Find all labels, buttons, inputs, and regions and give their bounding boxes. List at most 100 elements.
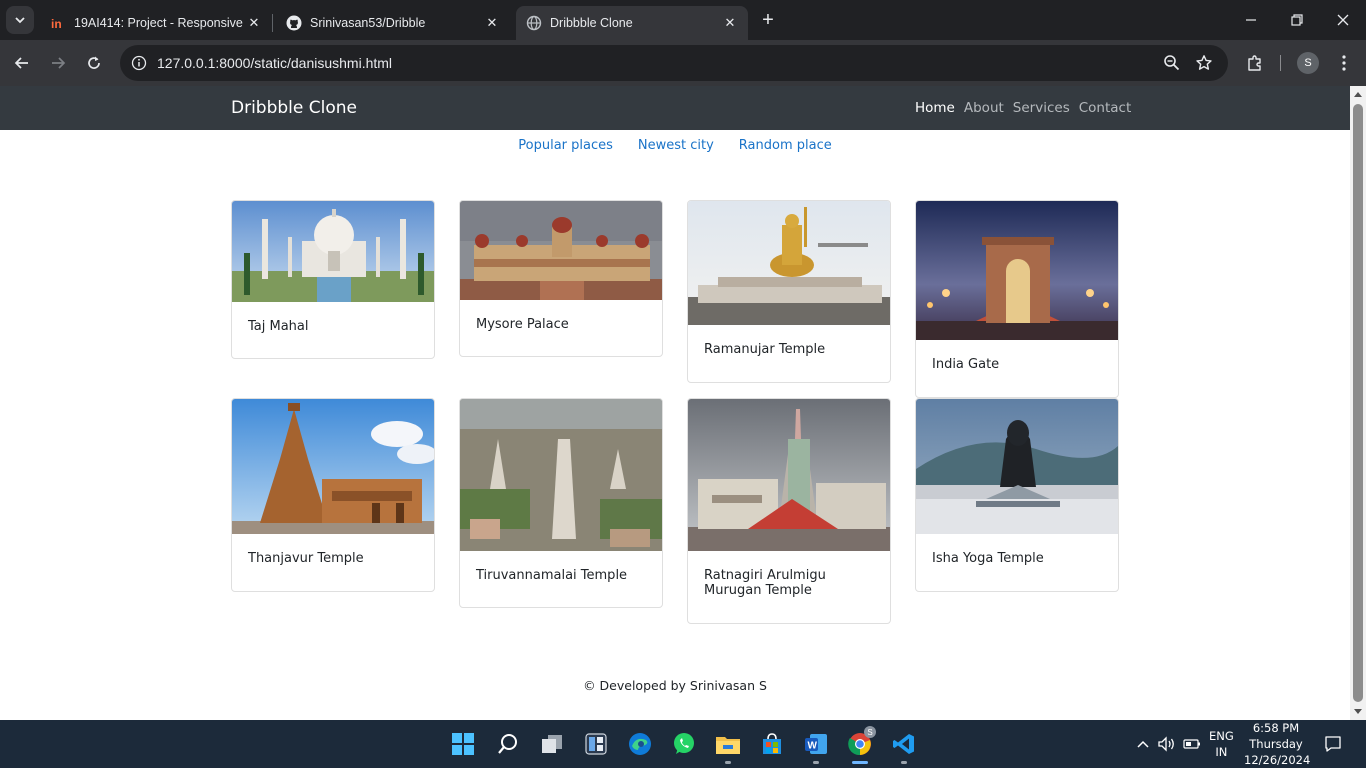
close-window-icon[interactable] bbox=[1320, 0, 1366, 40]
browser-tab-dribbble-clone[interactable]: Dribbble Clone ✕ bbox=[516, 6, 748, 40]
app-indicator bbox=[813, 761, 819, 764]
tab-divider bbox=[272, 14, 273, 32]
input-language-indicator[interactable]: ENG IN bbox=[1209, 728, 1234, 760]
extensions-puzzle-icon[interactable] bbox=[1240, 48, 1270, 78]
app-indicator bbox=[852, 761, 868, 764]
back-arrow-icon[interactable] bbox=[7, 48, 37, 78]
browser-toolbar: 127.0.0.1:8000/static/danisushmi.html bbox=[0, 40, 1366, 86]
volume-icon[interactable] bbox=[1157, 734, 1177, 754]
nav-link-services[interactable]: Services bbox=[1013, 100, 1070, 116]
tab-title: Srinivasan53/Dribble bbox=[310, 16, 426, 30]
app-indicator bbox=[725, 761, 731, 764]
thanjavur-temple-photo bbox=[232, 399, 434, 534]
close-tab-icon[interactable]: ✕ bbox=[484, 15, 500, 31]
ratnagiri-temple-photo bbox=[688, 399, 890, 551]
isha-adiyogi-photo bbox=[916, 399, 1118, 534]
invision-icon: in bbox=[50, 15, 66, 31]
more-menu-icon[interactable] bbox=[1329, 48, 1359, 78]
file-explorer-icon[interactable] bbox=[712, 728, 744, 764]
card-title: Isha Yoga Temple bbox=[932, 551, 1044, 566]
github-icon bbox=[286, 15, 302, 31]
app-indicator bbox=[901, 761, 907, 764]
scroll-up-arrow-icon[interactable] bbox=[1354, 92, 1362, 97]
whatsapp-icon[interactable] bbox=[668, 728, 700, 760]
place-card[interactable]: Mysore Palace bbox=[459, 200, 663, 357]
chrome-profile-badge: S bbox=[864, 726, 876, 738]
globe-icon bbox=[526, 15, 542, 31]
task-view-icon[interactable] bbox=[536, 728, 568, 760]
language-code: ENG bbox=[1209, 729, 1234, 743]
clock-day: Thursday bbox=[1249, 737, 1303, 751]
link-newest-city[interactable]: Newest city bbox=[638, 138, 714, 153]
card-title: Mysore Palace bbox=[476, 317, 569, 332]
region-code: IN bbox=[1215, 745, 1228, 759]
mysore-palace-photo bbox=[460, 201, 662, 300]
reload-icon[interactable] bbox=[79, 48, 109, 78]
site-info-icon[interactable] bbox=[130, 54, 148, 72]
zoom-icon[interactable] bbox=[1163, 54, 1181, 77]
nav-link-about[interactable]: About bbox=[964, 100, 1004, 116]
browser-tab-invision[interactable]: in 19AI414: Project - Responsive W ✕ bbox=[40, 6, 272, 40]
clock-date: 12/26/2024 bbox=[1244, 753, 1311, 767]
new-tab-icon[interactable]: + bbox=[756, 8, 780, 32]
link-popular-places[interactable]: Popular places bbox=[518, 138, 613, 153]
place-card[interactable]: Tiruvannamalai Temple bbox=[459, 398, 663, 608]
card-title: Tiruvannamalai Temple bbox=[476, 568, 628, 583]
bookmark-star-icon[interactable] bbox=[1195, 54, 1213, 77]
tab-title: 19AI414: Project - Responsive W bbox=[74, 16, 246, 30]
taj-mahal-photo bbox=[232, 201, 434, 302]
close-tab-icon[interactable]: ✕ bbox=[722, 15, 738, 31]
place-card[interactable]: Taj Mahal bbox=[231, 200, 435, 359]
close-tab-icon[interactable]: ✕ bbox=[246, 15, 262, 31]
page-viewport: Dribbble Clone Home About Services Conta… bbox=[0, 86, 1350, 720]
windows-taskbar: W S ENG IN 6:58 PM Thursday 12/26/2024 bbox=[0, 720, 1366, 768]
browser-tab-github[interactable]: Srinivasan53/Dribble ✕ bbox=[276, 6, 510, 40]
site-navbar: Dribbble Clone Home About Services Conta… bbox=[0, 86, 1350, 130]
place-card[interactable]: Isha Yoga Temple bbox=[915, 398, 1119, 592]
tab-search-button[interactable] bbox=[6, 6, 34, 34]
place-card[interactable]: Thanjavur Temple bbox=[231, 398, 435, 592]
vscode-app-icon[interactable] bbox=[888, 728, 920, 764]
page-scrollbar[interactable] bbox=[1350, 86, 1366, 720]
minimize-icon[interactable] bbox=[1228, 0, 1274, 40]
tab-title: Dribbble Clone bbox=[550, 16, 633, 30]
category-links: Popular places Newest city Random place bbox=[0, 138, 1350, 153]
page-footer: © Developed by Srinivasan S bbox=[583, 678, 767, 693]
restore-icon[interactable] bbox=[1274, 0, 1320, 40]
profile-avatar[interactable]: S bbox=[1297, 52, 1319, 74]
browser-tab-strip: in 19AI414: Project - Responsive W ✕ Sri… bbox=[0, 0, 1366, 40]
place-card[interactable]: Ramanujar Temple bbox=[687, 200, 891, 383]
card-title: India Gate bbox=[932, 357, 1000, 372]
notifications-icon[interactable] bbox=[1323, 734, 1343, 754]
nav-link-contact[interactable]: Contact bbox=[1079, 100, 1132, 116]
word-app-icon[interactable]: W bbox=[800, 728, 832, 764]
place-card[interactable]: Ratnagiri Arulmigu Murugan Temple bbox=[687, 398, 891, 624]
site-brand[interactable]: Dribbble Clone bbox=[231, 98, 357, 118]
chevron-down-icon bbox=[15, 17, 25, 24]
microsoft-store-icon[interactable] bbox=[756, 728, 788, 760]
chrome-app-icon[interactable]: S bbox=[844, 726, 876, 764]
widgets-icon[interactable] bbox=[580, 728, 612, 760]
forward-arrow-icon[interactable] bbox=[43, 48, 73, 78]
battery-icon[interactable] bbox=[1182, 734, 1202, 754]
scroll-down-arrow-icon[interactable] bbox=[1354, 709, 1362, 714]
address-bar[interactable]: 127.0.0.1:8000/static/danisushmi.html bbox=[120, 45, 1228, 81]
nav-link-home[interactable]: Home bbox=[915, 100, 955, 116]
url-text: 127.0.0.1:8000/static/danisushmi.html bbox=[157, 55, 393, 71]
card-title: Ratnagiri Arulmigu Murugan Temple bbox=[704, 568, 826, 598]
ramanujar-statue-photo bbox=[688, 201, 890, 325]
show-hidden-icons-chevron-icon[interactable] bbox=[1133, 734, 1153, 754]
taskbar-clock[interactable]: 6:58 PM Thursday 12/26/2024 bbox=[1244, 720, 1311, 768]
svg-text:W: W bbox=[808, 741, 818, 752]
scrollbar-thumb[interactable] bbox=[1353, 104, 1363, 702]
nav-links: Home About Services Contact bbox=[915, 100, 1131, 116]
windows-start-icon[interactable] bbox=[447, 728, 479, 760]
edge-browser-icon[interactable] bbox=[624, 728, 656, 760]
india-gate-photo bbox=[916, 201, 1118, 340]
search-icon[interactable] bbox=[492, 728, 524, 760]
place-card[interactable]: India Gate bbox=[915, 200, 1119, 398]
link-random-place[interactable]: Random place bbox=[739, 138, 832, 153]
card-title: Thanjavur Temple bbox=[248, 551, 364, 566]
clock-time: 6:58 PM bbox=[1252, 721, 1300, 735]
svg-text:in: in bbox=[51, 17, 62, 31]
